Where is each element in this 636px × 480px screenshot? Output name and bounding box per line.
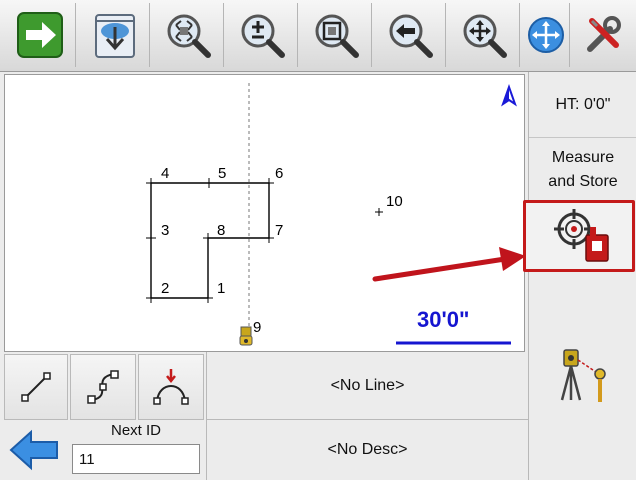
- right-panel: HT: 0'0" Measure and Store: [523, 72, 636, 480]
- zoom-in-out-button[interactable]: [226, 3, 298, 67]
- zoom-window-button[interactable]: [300, 3, 372, 67]
- green-arrow-right-icon: [16, 12, 63, 58]
- measure-store-label-line1: Measure: [551, 149, 615, 166]
- line-segment-icon: [21, 372, 51, 402]
- line-selector[interactable]: <No Line>: [206, 352, 528, 420]
- map-canvas[interactable]: 4 5 6 3 8 7 2 1 10 9 30'0": [5, 75, 525, 352]
- zoom-extents-button[interactable]: [152, 3, 224, 67]
- point-label: 2: [161, 280, 169, 297]
- pan-icon: [463, 14, 507, 58]
- draw-arc-button[interactable]: [138, 354, 204, 420]
- point-label: 1: [217, 280, 225, 297]
- measure-store-label: Measure and Store: [529, 146, 636, 194]
- point-label: 5: [218, 165, 226, 182]
- zoom-previous-icon: [389, 14, 433, 58]
- point-label: 10: [386, 193, 403, 210]
- point-label: 3: [161, 222, 169, 239]
- next-id-input[interactable]: 11: [72, 444, 200, 474]
- draw-curve-button[interactable]: [70, 354, 136, 420]
- point-label: 6: [275, 165, 283, 182]
- zoom-previous-button[interactable]: [374, 3, 446, 67]
- instrument-icon: [239, 326, 253, 346]
- zoom-extents-icon: [167, 14, 211, 58]
- map-view[interactable]: 4 5 6 3 8 7 2 1 10 9 30'0": [4, 74, 525, 352]
- zoom-window-icon: [315, 14, 359, 58]
- wrench-screwdriver-icon: [587, 16, 621, 52]
- measure-store-button[interactable]: [523, 200, 635, 272]
- curve-icon: [87, 370, 119, 404]
- point-label: 8: [217, 222, 225, 239]
- back-button[interactable]: [4, 422, 64, 478]
- exit-button[interactable]: [4, 3, 76, 67]
- draw-line-button[interactable]: [4, 354, 68, 420]
- load-file-button[interactable]: [78, 3, 150, 67]
- globe-pan-icon: [527, 17, 564, 53]
- arc-icon: [153, 369, 189, 405]
- point-label: 4: [161, 165, 169, 182]
- scale-label: 30'0": [417, 307, 469, 332]
- crosshair-target-icon: [554, 209, 609, 262]
- point-markers: [146, 178, 383, 303]
- measure-store-label-line2: and Store: [548, 173, 618, 190]
- blue-arrow-left-icon: [9, 429, 58, 471]
- point-label: 9: [253, 319, 261, 336]
- survey-button[interactable]: [543, 340, 623, 410]
- next-id-label: Next ID: [110, 422, 161, 439]
- instrument-height[interactable]: HT: 0'0": [529, 72, 636, 138]
- tools-button[interactable]: [572, 3, 636, 67]
- total-station-rod-icon: [560, 349, 606, 402]
- bottom-panel: <No Line> Next ID 11 <No Desc>: [0, 352, 528, 480]
- description-selector[interactable]: <No Desc>: [206, 420, 528, 480]
- zoom-plus-minus-icon: [241, 14, 285, 58]
- red-pointer-arrow: [372, 247, 524, 282]
- pan-button[interactable]: [448, 3, 520, 67]
- file-download-icon: [94, 14, 135, 58]
- toolbar: [0, 0, 636, 72]
- pan-mode-button[interactable]: [522, 3, 570, 67]
- point-label: 7: [275, 222, 283, 239]
